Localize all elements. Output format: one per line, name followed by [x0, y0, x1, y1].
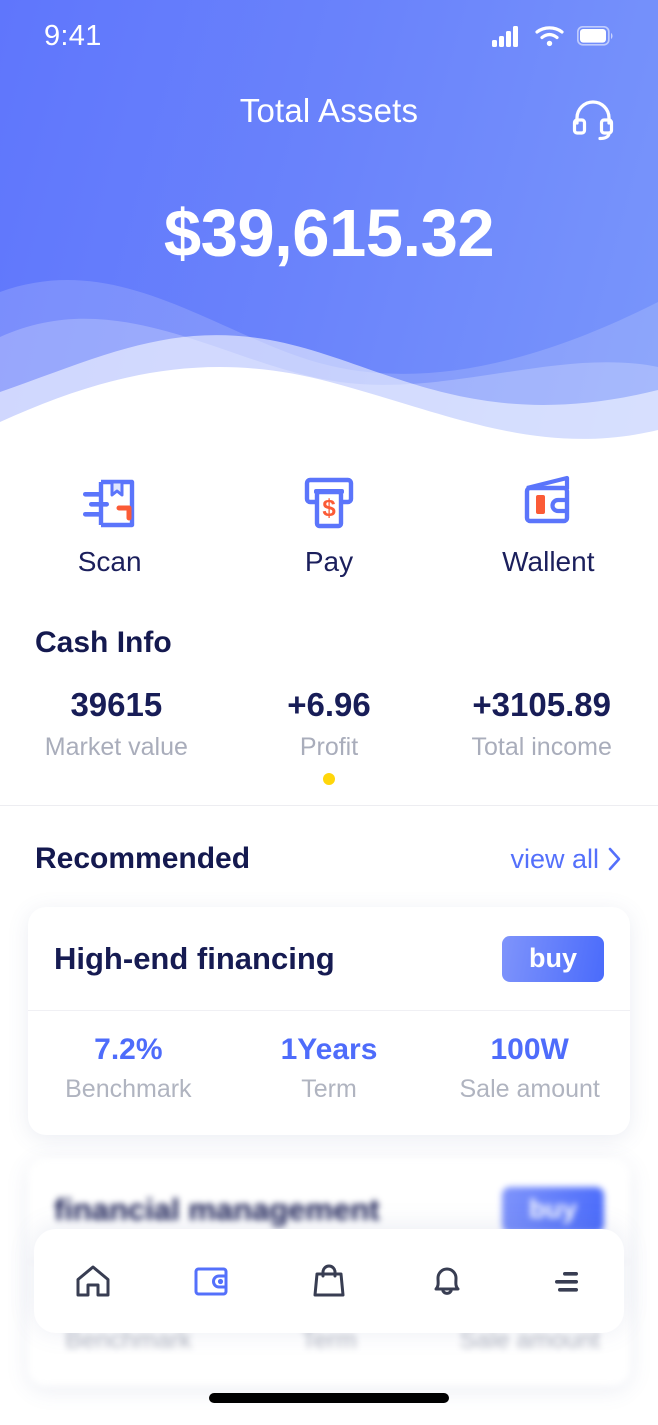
card-stat-label: Sale amount	[459, 1075, 600, 1103]
page-title: Total Assets	[239, 92, 419, 129]
action-scan[interactable]: Scan	[0, 472, 219, 578]
customer-service-button[interactable]	[562, 88, 624, 150]
svg-text:$: $	[322, 495, 336, 522]
buy-button[interactable]: buy	[502, 1186, 604, 1233]
product-name: financial management	[54, 1191, 380, 1227]
stat-market-value: 39615 Market value	[10, 686, 223, 762]
tab-shop[interactable]	[270, 1260, 388, 1302]
bell-icon	[434, 1267, 460, 1295]
header-title-row: Total Assets	[0, 92, 658, 148]
card-stat-label: Term	[301, 1075, 357, 1103]
wave-decoration	[0, 280, 658, 452]
atm-pay-icon: $	[304, 477, 354, 529]
section-divider	[0, 805, 658, 806]
wifi-icon	[535, 26, 564, 47]
cellular-signal-icon	[492, 26, 518, 47]
cash-info-stats: 39615 Market value +6.96 Profit +3105.89…	[0, 686, 658, 762]
action-pay[interactable]: $ Pay	[219, 472, 438, 578]
tab-home[interactable]	[34, 1260, 152, 1302]
view-all-link[interactable]: view all	[510, 844, 623, 875]
wallet-icon	[525, 475, 570, 524]
stat-label: Market value	[44, 733, 188, 761]
status-time: 9:41	[44, 19, 102, 52]
stat-value: 39615	[70, 686, 163, 723]
tab-wallet[interactable]	[152, 1260, 270, 1302]
app-screen: 9:41 Total Assets $39,615.32 Scan $ Pay …	[0, 0, 658, 1425]
total-assets-amount: $39,615.32	[163, 196, 495, 271]
carousel-pager[interactable]	[0, 772, 658, 786]
action-label: Scan	[77, 546, 142, 577]
stat-label: Total income	[471, 733, 612, 761]
battery-icon	[577, 26, 613, 46]
menu-list-icon	[555, 1272, 578, 1292]
cash-info-title: Cash Info	[35, 626, 172, 659]
headset-support-icon	[572, 100, 614, 141]
quick-actions: Scan $ Pay Wallent	[0, 472, 658, 578]
recommended-card[interactable]: High-end financing buy 7.2% Benchmark 1Y…	[28, 907, 630, 1135]
tab-notifications[interactable]	[388, 1260, 506, 1302]
card-stats: 7.2% Benchmark 1Years Term 100W Sale amo…	[28, 1011, 630, 1104]
view-all-label: view all	[510, 843, 599, 874]
recommended-header: Recommended view all	[0, 842, 658, 876]
status-bar: 9:41	[0, 0, 658, 72]
stat-label: Profit	[299, 733, 359, 761]
home-icon	[76, 1265, 110, 1297]
home-indicator	[209, 1393, 449, 1403]
status-icons	[492, 25, 614, 47]
card-stat-value: 7.2%	[94, 1033, 163, 1066]
shopping-bag-icon	[313, 1264, 345, 1297]
tab-menu[interactable]	[506, 1260, 624, 1302]
card-stat-value: 1Years	[280, 1033, 378, 1066]
card-stat-term: 1Years Term	[229, 1033, 430, 1104]
card-header: High-end financing buy	[28, 907, 630, 1011]
card-stat-value: 100W	[490, 1033, 569, 1066]
stat-profit: +6.96 Profit	[223, 686, 436, 762]
wallet-nav-icon	[194, 1267, 228, 1296]
bottom-navigation	[34, 1229, 624, 1333]
recommended-title: Recommended	[35, 842, 251, 875]
card-stat-label: Benchmark	[65, 1075, 192, 1103]
card-stat-sale-amount: 100W Sale amount	[429, 1033, 630, 1104]
header-banner: 9:41 Total Assets $39,615.32	[0, 0, 658, 452]
stat-value: +6.96	[287, 686, 371, 723]
stat-total-income: +3105.89 Total income	[435, 686, 648, 762]
pager-dot-active[interactable]	[323, 773, 335, 785]
action-label: Wallent	[502, 546, 595, 577]
action-wallet[interactable]: Wallent	[439, 472, 658, 578]
product-name: High-end financing	[54, 940, 335, 976]
cash-info-section: Cash Info 39615 Market value +6.96 Profi…	[0, 626, 658, 786]
scan-package-icon	[82, 479, 134, 528]
chevron-right-icon	[608, 847, 621, 871]
stat-value: +3105.89	[472, 686, 611, 723]
action-label: Pay	[304, 546, 354, 577]
buy-button[interactable]: buy	[502, 935, 604, 982]
card-stat-benchmark: 7.2% Benchmark	[28, 1033, 229, 1104]
